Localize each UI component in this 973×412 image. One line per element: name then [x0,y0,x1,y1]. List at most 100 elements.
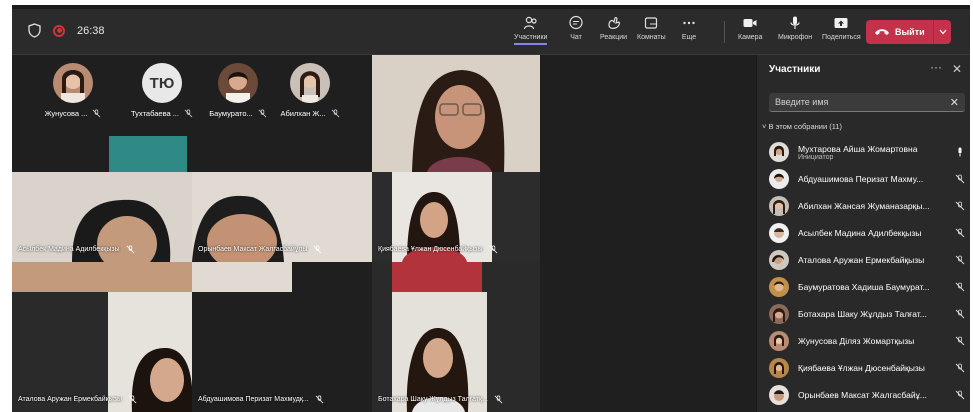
search-placeholder: Введите имя [775,97,829,107]
chevron-down-icon: ˅ [762,122,767,131]
mic-off-icon [315,395,324,404]
avatar [769,142,789,162]
participant-name: Ботахара Шаку Жұлдыз Талғат... [798,309,927,319]
chat-icon [569,15,583,30]
video-feed [12,136,192,262]
mic-off-icon [93,109,101,118]
panel-title: Участники [769,64,821,75]
share-button[interactable]: Поделиться [822,15,861,41]
camera-button[interactable]: Камера [738,15,762,41]
meeting-timer: 26:38 [77,24,105,37]
share-label: Поделиться [822,34,861,41]
mic-off-icon [331,109,339,118]
strip-name: Баумурато... [209,109,253,118]
chat-label: Чат [570,34,582,41]
share-icon [834,18,848,28]
video-tile[interactable]: Аталова Аружан Ермекбайқызы [12,262,192,412]
participant-name: Мухтарова Айша Жомартовна [798,143,918,154]
microphone-icon[interactable] [955,147,965,157]
participants-button[interactable]: Участники [514,15,548,45]
leave-options-dropdown[interactable] [933,20,951,44]
section-header[interactable]: ˅ В этом собрании (11) [762,122,842,131]
leave-button[interactable]: Выйти [866,20,951,44]
avatar-initials: ТЮ [142,63,182,103]
tile-name: Абдуашимова Перизат Махмудқ... [198,396,309,403]
participant-row[interactable]: Орынбаев Максат Жалгасбайұ... [769,384,967,406]
mic-button[interactable]: Микрофон [778,15,812,41]
participant-row[interactable]: Баумуратова Хадиша Баумурат... [769,276,967,298]
participant-row[interactable]: Қиябаева Ұлжан Дюсенбайқызы [769,357,967,379]
mic-off-icon [489,245,497,254]
toolbar-divider [724,21,725,43]
participant-row[interactable]: Ботахара Шаку Жұлдыз Талғат... [769,303,967,325]
avatar [769,196,789,216]
avatar [769,304,789,324]
reactions-button[interactable]: Реакции [600,15,627,41]
tile-name: Орынбаев Максат Жалгасбайұлы [198,246,308,253]
participant-row[interactable]: Абилхан Жансая Жуманазарқы... [769,195,967,217]
strip-name: Тухтабаева ... [131,109,179,118]
strip-participant[interactable]: Жунусова ... [33,63,113,118]
video-tile[interactable]: Орынбаев Максат Жалгасбайұлы [192,172,372,262]
video-tile-active-speaker[interactable] [372,55,540,172]
reaction-icon [607,16,620,29]
mic-off-icon[interactable] [955,201,965,211]
video-tile[interactable]: Ботахара Шаку Жұлдыз Талғатқ... [372,262,540,412]
strip-participant[interactable]: Абилхан Ж... [270,63,350,118]
mic-off-icon[interactable] [955,336,965,346]
avatar [769,358,789,378]
participant-role: Инициатор [798,153,834,161]
mic-off-icon[interactable] [955,309,965,319]
mic-off-icon[interactable] [955,282,965,292]
participant-row[interactable]: Асылбек Мадина Адилбекқызы [769,222,967,244]
video-tile[interactable]: Қиябаева Ұлжан Дюсенбайқызы [372,172,540,262]
chat-button[interactable]: Чат [568,15,584,41]
rooms-label: Комнаты [637,34,666,41]
participant-name: Жунусова Діляз Жомартқызы [798,336,915,346]
more-label: Еще [681,34,697,41]
close-icon[interactable]: ✕ [952,62,962,76]
mic-off-icon[interactable] [955,174,965,184]
participant-name: Абдуашимова Перизат Махму... [798,174,924,184]
participant-name: Баумуратова Хадиша Баумурат... [798,282,930,292]
more-options-icon[interactable]: ··· [930,60,942,74]
participants-label: Участники [514,34,548,41]
avatar [218,63,258,103]
video-stage: Жунусова ... ТЮ Тухтабаева ... Баумурато… [12,55,756,412]
tile-name: Аталова Аружан Ермекбайқызы [18,396,122,403]
mic-off-icon[interactable] [955,228,965,238]
mic-off-icon[interactable] [955,390,965,400]
mic-off-icon [128,395,137,404]
participant-name: Қиябаева Ұлжан Дюсенбайқызы [798,363,925,373]
participant-row[interactable]: Мухтарова Айша Жомартовна Инициатор [769,141,967,163]
avatar [769,277,789,297]
participant-row[interactable]: Жунусова Діляз Жомартқызы [769,330,967,352]
video-feed [372,262,540,412]
shield-icon [28,23,41,38]
camera-icon [743,19,757,27]
mic-off-icon[interactable] [955,255,965,265]
search-input[interactable]: Введите имя ✕ [769,93,965,112]
avatar [769,385,789,405]
mic-off-icon [126,245,134,254]
camera-label: Камера [738,34,763,41]
strip-name: Жунусова ... [44,109,88,118]
video-tile[interactable]: Абдуашимова Перизат Махмудқ... [192,262,372,412]
microphone-icon [790,16,800,29]
mic-off-icon [314,245,322,254]
avatar [53,63,93,103]
participants-panel: Участники ··· ✕ Введите имя ✕ ˅ В этом с… [756,55,970,412]
participant-name: Асылбек Мадина Адилбекқызы [798,228,922,238]
clear-icon[interactable]: ✕ [950,96,959,109]
rooms-button[interactable]: Комнаты [637,15,666,41]
video-tile[interactable]: Асылбек Мадина Адилбекқызы [12,136,192,262]
more-button[interactable]: Еще [681,15,697,41]
participant-row[interactable]: Абдуашимова Перизат Махму... [769,168,967,190]
avatar [769,250,789,270]
participant-name: Абилхан Жансая Жуманазарқы... [798,201,930,211]
strip-participant[interactable]: Баумурато... [198,63,278,118]
meeting-toolbar: 26:38 Участники Чат Реакции Комнаты Еще … [12,9,970,55]
mic-off-icon[interactable] [955,363,965,373]
participant-row[interactable]: Аталова Аружан Ермекбайқызы [769,249,967,271]
strip-participant[interactable]: ТЮ Тухтабаева ... [122,63,202,118]
